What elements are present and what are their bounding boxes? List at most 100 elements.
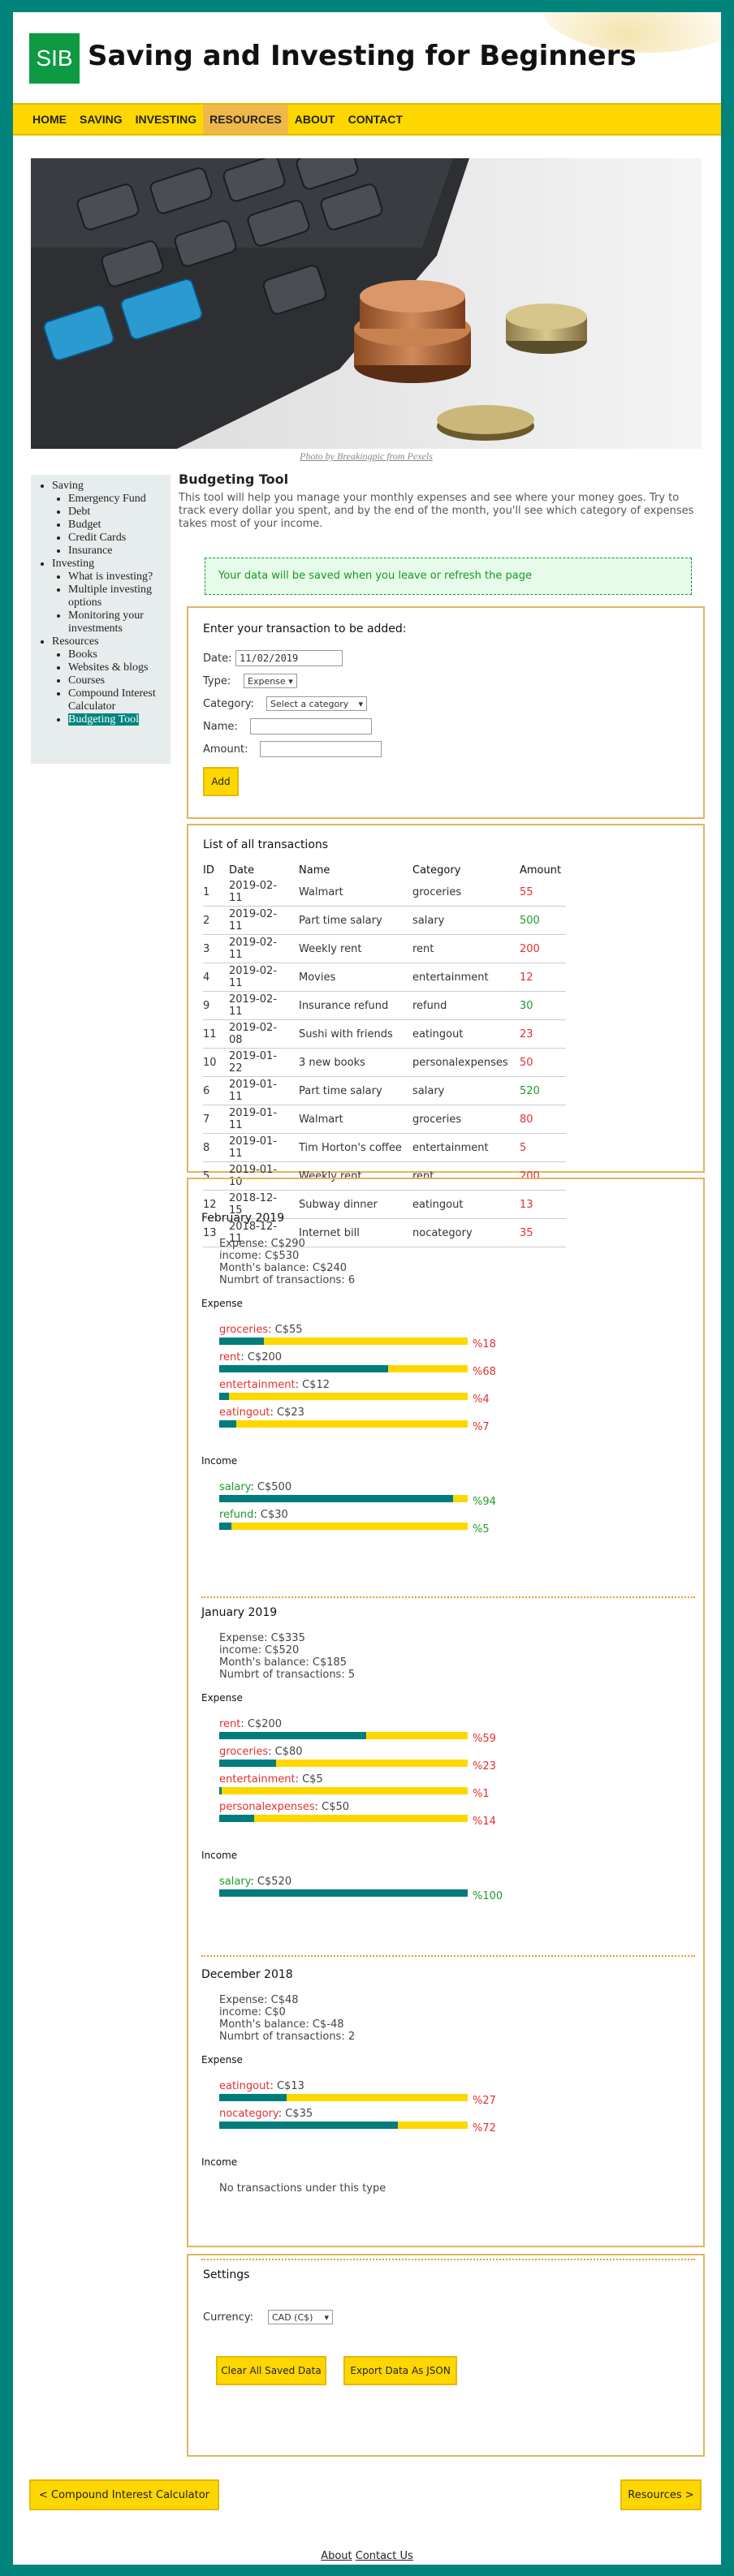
progress-bar-fill [219, 1889, 468, 1897]
sidebar-item-resources[interactable]: Resources Books Websites & blogs Courses… [52, 635, 167, 726]
progress-bar [219, 1523, 468, 1530]
category-bar-item: entertainment: C$12 %4 [219, 1379, 695, 1406]
chevron-down-icon: ▾ [358, 698, 363, 709]
sidebar-item-multiple-options[interactable]: Multiple investing options [68, 584, 167, 610]
category-name: eatingout [219, 1406, 270, 1419]
category-percent: %4 [473, 1394, 490, 1406]
sidebar-item-budgeting-tool[interactable]: Budgeting Tool [68, 713, 167, 726]
sidebar-item-insurance[interactable]: Insurance [68, 545, 167, 558]
cell-date: 2019-02-11 [224, 906, 294, 935]
category-amount: : C$30 [253, 1509, 288, 1521]
table-row: 10 2019-01-22 3 new books personalexpenses 5… [203, 1048, 567, 1077]
site-header: SIB Saving and Investing for Beginners [13, 12, 721, 103]
category-name: entertainment [219, 1379, 296, 1391]
category-amount: : C$500 [250, 1481, 292, 1493]
month-title: January 2019 [201, 1606, 278, 1619]
cell-amount: 500 [515, 906, 567, 935]
calculator-coins-illustration [31, 158, 702, 449]
sidebar-item-saving[interactable]: Saving Emergency Fund Debt Budget Credit… [52, 480, 167, 558]
cell-id: 11 [203, 1019, 224, 1049]
photo-credit[interactable]: Photo by Breakingpic from Pexels [13, 450, 719, 463]
sidebar-item-credit-cards[interactable]: Credit Cards [68, 532, 167, 545]
add-button[interactable]: Add [203, 767, 239, 796]
month-stats: Expense: C$48 income: C$0 Month's balance:… [219, 1994, 695, 2043]
progress-bar-fill [219, 1495, 453, 1502]
amount-input[interactable] [260, 741, 382, 757]
cell-name: Walmart [294, 878, 408, 907]
category-amount: : C$35 [278, 2108, 313, 2120]
cell-date: 2019-02-11 [224, 991, 294, 1020]
nav-about[interactable]: ABOUT [288, 105, 342, 134]
date-input[interactable]: 11/02/2019 [235, 650, 343, 666]
cell-name: Sushi with friends [294, 1019, 408, 1049]
sidebar-item-debt[interactable]: Debt [68, 506, 167, 519]
footer-contact-link[interactable]: Contact Us [356, 2550, 413, 2562]
category-amount: : C$13 [270, 2080, 304, 2092]
cell-id: 9 [203, 991, 224, 1020]
type-select[interactable]: Expense ▾ [244, 674, 297, 688]
cell-date: 2019-01-22 [224, 1048, 294, 1077]
cell-name: Weekly rent [294, 934, 408, 963]
month-stat-line: income: C$0 [219, 2006, 286, 2018]
cell-name: Walmart [294, 1105, 408, 1134]
category-amount: : C$23 [270, 1406, 304, 1419]
clear-data-button[interactable]: Clear All Saved Data [216, 2356, 326, 2385]
cell-id: 4 [203, 963, 224, 992]
sidebar-item-books[interactable]: Books [68, 648, 167, 661]
category-name: personalexpenses [219, 1801, 315, 1813]
category-bar-item: rent: C$200 %59 [219, 1718, 695, 1746]
sidebar-item-compound-calculator[interactable]: Compound Interest Calculator [68, 687, 167, 713]
month-title: February 2019 [201, 1212, 285, 1225]
col-amount: Amount [520, 864, 562, 877]
nav-contact[interactable]: CONTACT [342, 105, 409, 134]
name-input[interactable] [250, 718, 372, 734]
category-percent: %72 [473, 2122, 496, 2134]
sidebar-item-emergency-fund[interactable]: Emergency Fund [68, 493, 167, 506]
sidebar-item-monitoring[interactable]: Monitoring your investments [68, 610, 167, 635]
progress-bar [219, 1889, 468, 1897]
income-type-title: Income [201, 1850, 238, 1861]
month-divider [201, 1596, 695, 1598]
cell-amount: 200 [515, 934, 567, 963]
col-date: Date [229, 864, 255, 877]
export-json-button[interactable]: Export Data As JSON [343, 2356, 458, 2385]
sidebar-item-courses[interactable]: Courses [68, 674, 167, 687]
table-row: 3 2019-02-11 Weekly rent rent 200 [203, 934, 567, 963]
category-percent: %100 [473, 1890, 503, 1902]
nav-investing[interactable]: INVESTING [129, 105, 203, 134]
sidebar-item-budget[interactable]: Budget [68, 519, 167, 532]
nav-saving[interactable]: SAVING [73, 105, 129, 134]
expense-type-title: Expense [201, 1298, 243, 1309]
category-label: Category: [203, 697, 254, 710]
col-id: ID [203, 864, 214, 877]
cell-category: rent [408, 934, 515, 963]
footer-about-link[interactable]: About [321, 2550, 352, 2562]
currency-select[interactable]: CAD (C$) ▾ [268, 2310, 333, 2324]
site-logo[interactable]: SIB [29, 33, 80, 84]
type-label: Type: [203, 674, 231, 687]
category-bar-item: rent: C$200 %68 [219, 1351, 695, 1379]
category-select[interactable]: Select a category ▾ [266, 696, 367, 711]
nav-home[interactable]: HOME [26, 105, 73, 134]
category-name: refund [219, 1509, 254, 1521]
next-page-button[interactable]: Resources > [620, 2479, 702, 2510]
month-stats: Expense: C$290 income: C$530 Month's balan… [219, 1238, 695, 1286]
category-amount: : C$200 [240, 1718, 283, 1730]
list-heading: List of all transactions [203, 838, 329, 851]
nav-resources[interactable]: RESOURCES [203, 105, 288, 134]
category-percent: %27 [473, 2095, 496, 2107]
category-bar-label: rent: C$200 [219, 1718, 695, 1730]
cell-amount: 30 [515, 991, 567, 1020]
sidebar-item-investing[interactable]: Investing What is investing? Multiple in… [52, 558, 167, 635]
month-title: December 2018 [201, 1968, 293, 1981]
sidebar-item-websites[interactable]: Websites & blogs [68, 661, 167, 674]
prev-page-button[interactable]: < Compound Interest Calculator [29, 2479, 219, 2510]
sidebar-item-what-is-investing[interactable]: What is investing? [68, 571, 167, 584]
main-content: Budgeting Tool This tool will help you m… [179, 472, 706, 2457]
progress-bar [219, 1787, 468, 1794]
progress-bar [219, 2094, 468, 2101]
category-bar-label: nocategory: C$35 [219, 2108, 695, 2120]
cell-name: Movies [294, 963, 408, 992]
cell-id: 1 [203, 878, 224, 907]
transaction-form: Enter your transaction to be added: Date… [187, 606, 705, 819]
